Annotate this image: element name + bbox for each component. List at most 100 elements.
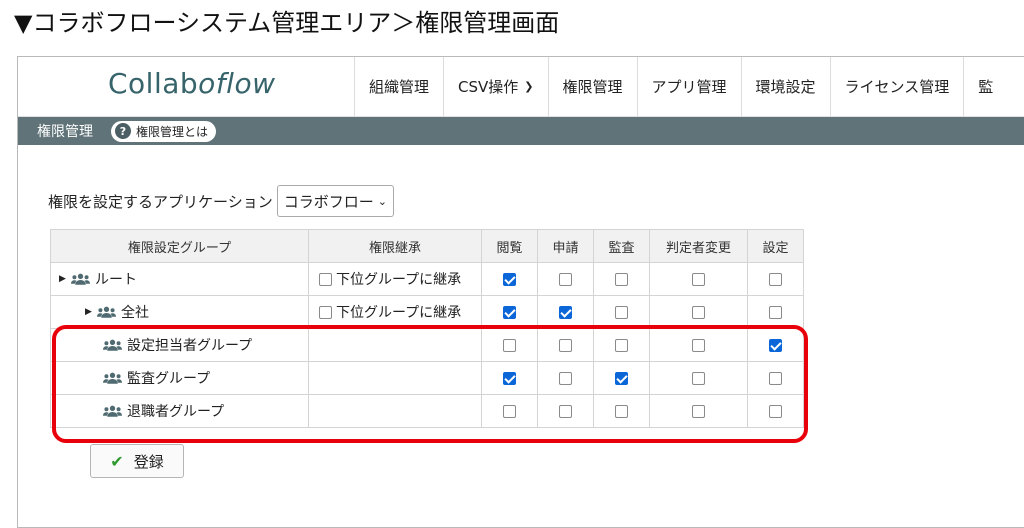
view-cell (481, 328, 538, 362)
settings-checkbox[interactable] (769, 272, 782, 286)
nav-more-label: 監 (978, 78, 994, 96)
group-cell-inner: 監査グループ (51, 368, 308, 388)
section-title: 権限管理 (37, 124, 93, 140)
group-name: 退職者グループ (127, 404, 225, 420)
audit-checkbox[interactable] (615, 338, 628, 352)
users-icon (71, 273, 90, 285)
view-cell (481, 394, 538, 428)
judge-checkbox[interactable] (692, 371, 705, 385)
apply-checkbox[interactable] (559, 272, 572, 286)
view-checkbox[interactable] (503, 404, 516, 418)
settings-checkbox[interactable] (769, 371, 782, 385)
judge-checkbox[interactable] (692, 338, 705, 352)
check-icon: ✔ (110, 451, 124, 471)
inherit-cell-inner: 下位グループに継承 (309, 269, 481, 289)
judge-cell (649, 295, 748, 329)
group-cell-inner: 設定担当者グループ (51, 335, 308, 355)
settings-checkbox[interactable] (769, 404, 782, 418)
nav-organization[interactable]: 組織管理 (354, 57, 443, 116)
view-checkbox[interactable] (503, 371, 516, 385)
apply-checkbox[interactable] (559, 338, 572, 352)
table-header-row: 権限設定グループ 権限継承 閲覧 申請 監査 判定者変更 設定 (50, 229, 804, 263)
group-cell-inner: ▶ ルート (51, 269, 308, 289)
audit-checkbox[interactable] (615, 272, 628, 286)
settings-cell (747, 361, 804, 395)
apply-cell (537, 295, 594, 329)
judge-checkbox[interactable] (692, 404, 705, 418)
top-nav: Collaboflow 組織管理 CSV操作 ❯ 権限管理 アプリ管理 環境設定 … (18, 57, 1024, 117)
logo-text-flow: oflow (198, 67, 276, 100)
view-checkbox[interactable] (503, 338, 516, 352)
group-cell: ▶ ルート (50, 262, 309, 296)
apply-checkbox[interactable] (559, 404, 572, 418)
application-selector-row: 権限を設定するアプリケーション コラボフロー ⌄ (48, 185, 394, 217)
register-button[interactable]: ✔ 登録 (90, 444, 184, 478)
settings-cell (747, 262, 804, 296)
nav-apps[interactable]: アプリ管理 (636, 57, 741, 116)
users-icon (103, 372, 122, 384)
group-cell: ▶ 全社 (50, 295, 309, 329)
nav-csv[interactable]: CSV操作 ❯ (443, 57, 547, 116)
group-cell: 設定担当者グループ (50, 328, 309, 362)
header-settings: 設定 (747, 229, 804, 263)
audit-checkbox[interactable] (615, 404, 628, 418)
nav-organization-label: 組織管理 (369, 78, 430, 96)
application-select[interactable]: コラボフロー ⌄ (276, 185, 394, 217)
inherit-cell-inner: 下位グループに継承 (309, 302, 481, 322)
chevron-down-icon: ❯ (524, 80, 534, 93)
nav-environment-label: 環境設定 (755, 78, 816, 96)
apply-cell (537, 394, 594, 428)
inherit-cell (308, 328, 482, 362)
inherit-cell (308, 361, 482, 395)
audit-cell (593, 328, 650, 362)
audit-cell (593, 361, 650, 395)
group-cell: 監査グループ (50, 361, 309, 395)
group-name: 監査グループ (127, 371, 211, 387)
view-checkbox[interactable] (503, 272, 516, 286)
view-cell (481, 262, 538, 296)
inherit-checkbox[interactable] (319, 272, 332, 286)
inherit-label: 下位グループに継承 (336, 272, 462, 288)
settings-checkbox[interactable] (769, 305, 782, 319)
settings-cell (747, 328, 804, 362)
permission-table: 権限設定グループ 権限継承 閲覧 申請 監査 判定者変更 設定 ▶ ルート 下位… (50, 229, 804, 428)
settings-checkbox[interactable] (769, 338, 782, 352)
nav-license[interactable]: ライセンス管理 (829, 57, 964, 116)
audit-checkbox[interactable] (615, 305, 628, 319)
header-audit: 監査 (593, 229, 650, 263)
table-row: 退職者グループ (50, 394, 804, 428)
inherit-cell: 下位グループに継承 (308, 295, 482, 329)
help-button[interactable]: ? 権限管理とは (111, 120, 217, 142)
caret-right-icon[interactable]: ▶ (59, 274, 71, 284)
header-apply: 申請 (537, 229, 594, 263)
nav-permissions[interactable]: 権限管理 (547, 57, 637, 116)
help-label: 権限管理とは (136, 124, 209, 139)
table-row: ▶ ルート 下位グループに継承 (50, 262, 804, 296)
settings-cell (747, 394, 804, 428)
users-icon (97, 306, 116, 318)
group-name: 全社 (121, 305, 149, 321)
users-icon (103, 405, 122, 417)
apply-checkbox[interactable] (559, 305, 572, 319)
register-label: 登録 (133, 452, 164, 471)
caret-right-icon[interactable]: ▶ (85, 307, 97, 317)
group-cell-inner: ▶ 全社 (51, 302, 308, 322)
sub-header: 権限管理 ? 権限管理とは (18, 117, 1024, 145)
audit-checkbox[interactable] (615, 371, 628, 385)
group-name: ルート (95, 272, 137, 288)
judge-cell (649, 328, 748, 362)
view-checkbox[interactable] (503, 305, 516, 319)
collaboflow-logo[interactable]: Collaboflow (108, 67, 275, 100)
nav-permissions-label: 権限管理 (562, 78, 623, 96)
nav-environment[interactable]: 環境設定 (740, 57, 830, 116)
judge-checkbox[interactable] (692, 272, 705, 286)
table-row: 監査グループ (50, 361, 804, 395)
inherit-checkbox[interactable] (319, 305, 332, 319)
nav-more[interactable]: 監 (963, 57, 1007, 116)
page-caption: ▼コラボフローシステム管理エリア＞権限管理画面 (14, 9, 560, 37)
audit-cell (593, 295, 650, 329)
judge-checkbox[interactable] (692, 305, 705, 319)
apply-checkbox[interactable] (559, 371, 572, 385)
apply-cell (537, 361, 594, 395)
application-select-value: コラボフロー (283, 192, 374, 211)
